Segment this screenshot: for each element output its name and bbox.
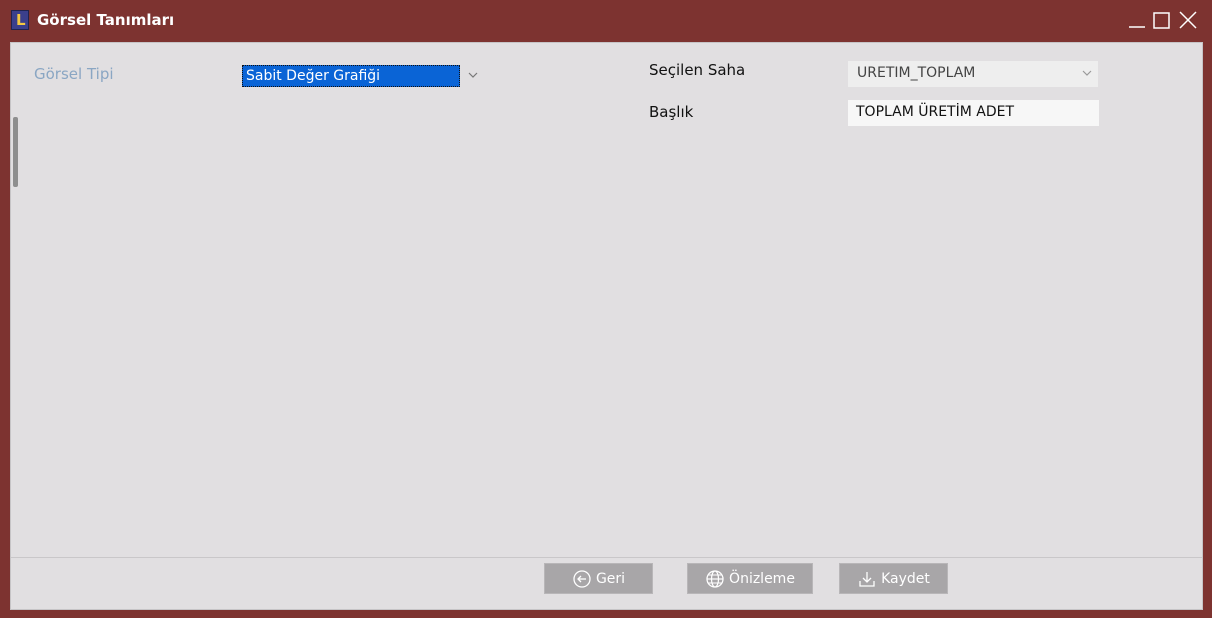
title-bar[interactable]: L Görsel Tanımları [0, 0, 1212, 40]
window-title: Görsel Tanımları [37, 11, 175, 29]
preview-button[interactable]: Önizleme [687, 563, 813, 594]
close-button[interactable] [1176, 8, 1200, 34]
preview-button-label: Önizleme [729, 570, 795, 587]
maximize-icon [1153, 12, 1170, 29]
title-input[interactable]: TOPLAM ÜRETİM ADET [848, 100, 1099, 126]
side-panel-handle[interactable] [13, 117, 18, 187]
maximize-button[interactable] [1150, 8, 1174, 34]
save-button[interactable]: Kaydet [839, 563, 948, 594]
footer-divider [11, 557, 1202, 558]
chevron-down-icon[interactable] [1081, 68, 1093, 78]
selected-field-select[interactable]: URETIM_TOPLAM [848, 61, 1098, 87]
app-logo-letter: L [16, 11, 26, 29]
app-logo-icon: L [11, 10, 29, 30]
title-label: Başlık [649, 103, 694, 121]
window: L Görsel Tanımları Görsel Tipi Sabit Değ… [0, 0, 1212, 618]
back-button-label: Geri [595, 570, 626, 587]
back-button[interactable]: Geri [544, 563, 653, 594]
form-panel: Görsel Tipi Sabit Değer Grafiği Seçilen … [10, 42, 1203, 610]
download-icon [859, 571, 875, 587]
globe-icon [706, 569, 724, 588]
chevron-down-icon[interactable] [467, 70, 479, 80]
minimize-button[interactable] [1125, 8, 1149, 34]
visual-type-label: Görsel Tipi [34, 65, 114, 83]
visual-type-select[interactable]: Sabit Değer Grafiği [242, 65, 460, 87]
arrow-left-circle-icon [573, 569, 591, 588]
minimize-icon [1129, 26, 1145, 28]
selected-field-label: Seçilen Saha [649, 61, 746, 79]
selected-field-value: URETIM_TOPLAM [857, 65, 976, 81]
save-button-label: Kaydet [881, 570, 930, 587]
title-input-value: TOPLAM ÜRETİM ADET [856, 104, 1015, 120]
close-icon [1179, 11, 1197, 29]
